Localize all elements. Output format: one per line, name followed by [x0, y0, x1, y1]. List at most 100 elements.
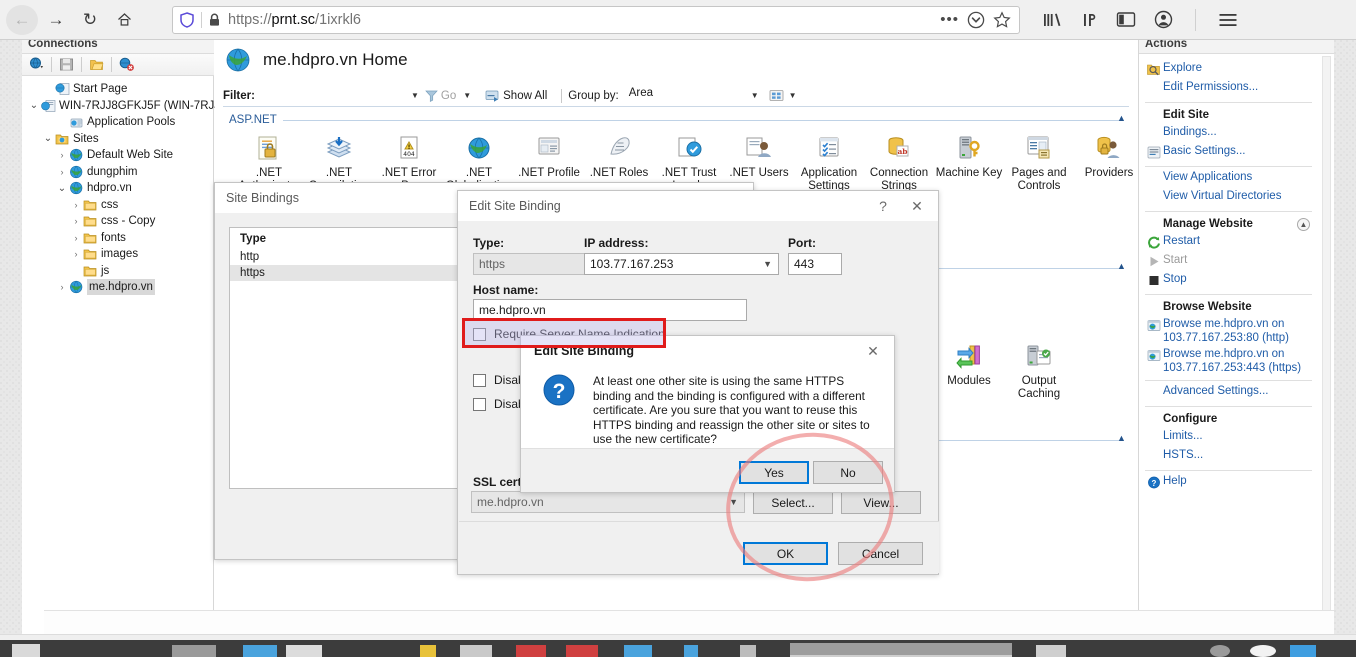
actions-list[interactable]: Explore Edit Permissions... Edit Site Bindi…: [1139, 56, 1320, 493]
tree-item-win-7rjj8gfkj5f-win-7rjj8[interactable]: ⌄ WIN-7RJJ8GFKJ5F (WIN-7RJJ8: [22, 98, 227, 115]
feature-net-profile[interactable]: .NET Profile: [513, 130, 585, 180]
shield-icon[interactable]: [179, 11, 195, 28]
taskbar-item[interactable]: [1036, 645, 1066, 657]
action-browse-me-hdpro-vn-on-103-77-167-253[interactable]: Browse me.hdpro.vn on 103.77.167.253:80 …: [1139, 317, 1320, 347]
taskbar-item[interactable]: [1290, 645, 1316, 657]
taskbar-item[interactable]: [516, 645, 546, 657]
pocket-icon[interactable]: [967, 11, 985, 29]
select-certificate-button[interactable]: Select...: [753, 491, 833, 514]
action-basic-settings[interactable]: Basic Settings...: [1139, 144, 1320, 163]
tree-item-images[interactable]: › images: [22, 246, 214, 263]
chevron-right-icon[interactable]: ›: [56, 150, 68, 160]
action-stop[interactable]: Stop: [1139, 272, 1320, 291]
tracking-protection-icon[interactable]: [1082, 11, 1098, 29]
taskbar-active-window[interactable]: [790, 643, 1012, 657]
action-browse-me-hdpro-vn-on-103-77-167-253[interactable]: Browse me.hdpro.vn on 103.77.167.253:443…: [1139, 347, 1320, 377]
reload-button[interactable]: ↻: [74, 5, 106, 35]
action-restart[interactable]: Restart: [1139, 234, 1320, 253]
taskbar-item[interactable]: [624, 645, 652, 657]
tree-item-application-pools[interactable]: Application Pools: [22, 114, 214, 131]
taskbar-item[interactable]: [1210, 645, 1230, 657]
checkbox-box[interactable]: [473, 397, 486, 411]
checkbox-box[interactable]: [473, 327, 486, 341]
filter-input[interactable]: [258, 86, 409, 105]
tree-item-me-hdpro-vn[interactable]: › me.hdpro.vn: [22, 279, 214, 296]
action-hsts[interactable]: HSTS...: [1139, 448, 1320, 467]
action-bindings[interactable]: Bindings...: [1139, 125, 1320, 144]
host-name-input[interactable]: me.hdpro.vn: [473, 299, 747, 321]
chevron-up-icon[interactable]: ▲: [1297, 218, 1310, 231]
back-button[interactable]: ←: [6, 4, 38, 35]
taskbar-item[interactable]: [286, 645, 322, 657]
actions-scrollbar[interactable]: [1322, 56, 1331, 634]
chevron-down-icon[interactable]: ▼: [789, 91, 797, 100]
save-icon[interactable]: [57, 56, 76, 74]
home-button[interactable]: [108, 5, 140, 35]
feature-providers[interactable]: Providers: [1073, 130, 1145, 180]
feature-application-settings[interactable]: Application Settings: [793, 130, 865, 192]
tree-item-css[interactable]: › css: [22, 197, 214, 214]
feature-net-roles[interactable]: .NET Roles: [583, 130, 655, 180]
section-collapse-management[interactable]: ▲: [1117, 433, 1126, 443]
page-actions-button[interactable]: •••: [940, 11, 959, 28]
tree-item-hdpro-vn[interactable]: ⌄ hdpro.vn: [22, 180, 214, 197]
ip-address-combobox[interactable]: 103.77.167.253 ▼: [584, 253, 779, 275]
tree-item-sites[interactable]: ⌄ Sites: [22, 131, 214, 148]
taskbar-item[interactable]: [460, 645, 492, 657]
chevron-down-icon[interactable]: ⌄: [42, 133, 54, 144]
chevron-down-icon[interactable]: ⌄: [28, 100, 40, 111]
action-help[interactable]: ? Help: [1139, 474, 1320, 493]
taskbar-item[interactable]: [740, 645, 756, 657]
yes-button[interactable]: Yes: [739, 461, 809, 484]
taskbar-item[interactable]: [684, 645, 698, 657]
section-collapse-iis[interactable]: ▲: [1117, 261, 1126, 271]
open-icon[interactable]: [87, 56, 106, 74]
chevron-down-icon[interactable]: ▼: [763, 259, 772, 269]
chevron-down-icon[interactable]: ⌄: [56, 183, 68, 194]
close-icon[interactable]: ✕: [896, 191, 938, 221]
tree-item-js[interactable]: js: [22, 263, 214, 280]
sidebar-icon[interactable]: [1116, 11, 1136, 28]
account-icon[interactable]: [1154, 10, 1173, 29]
action-view-applications[interactable]: View Applications: [1139, 170, 1320, 189]
go-button[interactable]: Go ▼: [425, 89, 477, 102]
tree-item-css-copy[interactable]: › css - Copy: [22, 213, 214, 230]
feature-modules[interactable]: Modules: [933, 338, 1005, 388]
tree-item-default-web-site[interactable]: › Default Web Site: [22, 147, 214, 164]
forward-button[interactable]: →: [40, 5, 72, 35]
checkbox-box[interactable]: [473, 373, 486, 387]
type-select[interactable]: https ▼: [473, 253, 601, 275]
address-bar[interactable]: https://prnt.sc/1ixrkl6 •••: [172, 5, 1020, 34]
feature-output-caching[interactable]: Output Caching: [1003, 338, 1075, 400]
feature-connection-strings[interactable]: ab Connection Strings: [863, 130, 935, 192]
cancel-button[interactable]: Cancel: [838, 542, 923, 565]
chevron-right-icon[interactable]: ›: [70, 200, 82, 210]
group-by-select[interactable]: Area: [628, 86, 749, 105]
chevron-down-icon[interactable]: ▼: [751, 91, 759, 100]
chevron-down-icon[interactable]: ▼: [729, 497, 738, 507]
chevron-right-icon[interactable]: ›: [70, 216, 82, 226]
ok-button[interactable]: OK: [743, 542, 828, 565]
library-icon[interactable]: [1042, 11, 1064, 29]
action-explore[interactable]: Explore: [1139, 61, 1320, 80]
close-icon[interactable]: ✕: [852, 336, 894, 366]
tree-item-dungphim[interactable]: › dungphim: [22, 164, 214, 181]
taskbar-item[interactable]: [243, 645, 277, 657]
taskbar-item[interactable]: [1250, 645, 1276, 657]
view-certificate-button[interactable]: View...: [841, 491, 921, 514]
taskbar-item[interactable]: [172, 645, 216, 657]
chevron-down-icon[interactable]: ▼: [411, 91, 419, 100]
chevron-right-icon[interactable]: ›: [56, 282, 68, 292]
chevron-down-icon[interactable]: ▼: [463, 91, 471, 100]
no-button[interactable]: No: [813, 461, 883, 484]
feature-net-users[interactable]: .NET Users: [723, 130, 795, 180]
hamburger-menu-icon[interactable]: [1218, 12, 1238, 28]
feature-machine-key[interactable]: Machine Key: [933, 130, 1005, 180]
chevron-right-icon[interactable]: ›: [56, 167, 68, 177]
help-icon[interactable]: ?: [870, 191, 896, 221]
taskbar-item[interactable]: [566, 645, 598, 657]
start-button[interactable]: [12, 644, 40, 657]
feature-pages-and-controls[interactable]: Pages and Controls: [1003, 130, 1075, 192]
action-edit-permissions[interactable]: Edit Permissions...: [1139, 80, 1320, 99]
connect-icon[interactable]: [27, 56, 46, 74]
